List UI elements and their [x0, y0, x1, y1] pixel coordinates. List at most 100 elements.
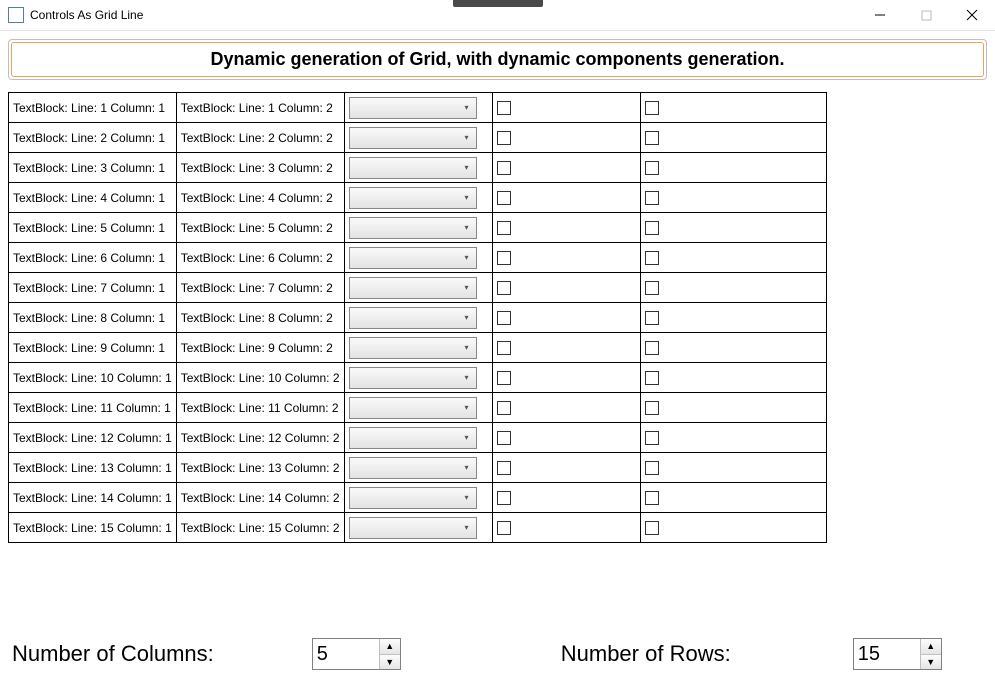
checkbox[interactable] — [645, 311, 659, 325]
window-title: Controls As Grid Line — [30, 8, 143, 22]
window-grip[interactable] — [453, 0, 543, 7]
client-area: Dynamic generation of Grid, with dynamic… — [0, 31, 995, 686]
combobox[interactable]: ▾ — [349, 187, 477, 209]
combobox[interactable]: ▾ — [349, 517, 477, 539]
checkbox[interactable] — [497, 281, 511, 295]
cell-text-col1: TextBlock: Line: 6 Column: 1 — [9, 243, 177, 273]
cell-text-col1: TextBlock: Line: 3 Column: 1 — [9, 153, 177, 183]
combobox[interactable]: ▾ — [349, 307, 477, 329]
cell-text-col1: TextBlock: Line: 15 Column: 1 — [9, 513, 177, 543]
data-grid: TextBlock: Line: 1 Column: 1TextBlock: L… — [8, 92, 827, 543]
grid-scroll[interactable]: TextBlock: Line: 1 Column: 1TextBlock: L… — [8, 92, 987, 620]
combobox[interactable]: ▾ — [349, 427, 477, 449]
cell-text-col2: TextBlock: Line: 12 Column: 2 — [176, 423, 344, 453]
cell-checkbox — [492, 123, 640, 153]
cell-text-col1: TextBlock: Line: 12 Column: 1 — [9, 423, 177, 453]
checkbox[interactable] — [645, 521, 659, 535]
checkbox[interactable] — [645, 131, 659, 145]
cell-checkbox — [492, 483, 640, 513]
cell-checkbox — [640, 93, 826, 123]
table-row: TextBlock: Line: 7 Column: 1TextBlock: L… — [9, 273, 827, 303]
cell-text-col1: TextBlock: Line: 1 Column: 1 — [9, 93, 177, 123]
checkbox[interactable] — [497, 311, 511, 325]
cell-text-col2: TextBlock: Line: 7 Column: 2 — [176, 273, 344, 303]
columns-spinner[interactable]: ▲ ▼ — [312, 638, 401, 670]
cell-text-col1: TextBlock: Line: 7 Column: 1 — [9, 273, 177, 303]
cell-text-col1: TextBlock: Line: 9 Column: 1 — [9, 333, 177, 363]
cell-combo: ▾ — [344, 183, 492, 213]
checkbox[interactable] — [497, 251, 511, 265]
cell-checkbox — [492, 303, 640, 333]
maximize-button[interactable] — [903, 0, 949, 30]
rows-spinner[interactable]: ▲ ▼ — [853, 638, 942, 670]
checkbox[interactable] — [645, 371, 659, 385]
rows-input[interactable] — [854, 639, 920, 669]
checkbox[interactable] — [497, 431, 511, 445]
checkbox[interactable] — [497, 371, 511, 385]
cell-text-col1: TextBlock: Line: 5 Column: 1 — [9, 213, 177, 243]
cell-checkbox — [492, 273, 640, 303]
cell-text-col2: TextBlock: Line: 2 Column: 2 — [176, 123, 344, 153]
checkbox[interactable] — [645, 221, 659, 235]
checkbox[interactable] — [645, 101, 659, 115]
cell-text-col2: TextBlock: Line: 13 Column: 2 — [176, 453, 344, 483]
cell-text-col1: TextBlock: Line: 8 Column: 1 — [9, 303, 177, 333]
checkbox[interactable] — [497, 191, 511, 205]
cell-checkbox — [640, 513, 826, 543]
combobox[interactable]: ▾ — [349, 457, 477, 479]
cell-text-col2: TextBlock: Line: 14 Column: 2 — [176, 483, 344, 513]
combobox[interactable]: ▾ — [349, 217, 477, 239]
checkbox[interactable] — [645, 341, 659, 355]
cell-text-col1: TextBlock: Line: 4 Column: 1 — [9, 183, 177, 213]
cell-combo: ▾ — [344, 93, 492, 123]
combobox[interactable]: ▾ — [349, 97, 477, 119]
combobox[interactable]: ▾ — [349, 487, 477, 509]
cell-combo: ▾ — [344, 123, 492, 153]
checkbox[interactable] — [645, 431, 659, 445]
checkbox[interactable] — [497, 461, 511, 475]
checkbox[interactable] — [497, 221, 511, 235]
combobox[interactable]: ▾ — [349, 247, 477, 269]
columns-label: Number of Columns: — [12, 641, 214, 667]
checkbox[interactable] — [497, 161, 511, 175]
checkbox[interactable] — [497, 131, 511, 145]
cell-checkbox — [640, 243, 826, 273]
chevron-down-icon: ▾ — [460, 523, 474, 532]
columns-spin-up[interactable]: ▲ — [380, 639, 400, 655]
columns-spin-down[interactable]: ▼ — [380, 655, 400, 670]
cell-checkbox — [640, 303, 826, 333]
checkbox[interactable] — [645, 461, 659, 475]
checkbox[interactable] — [645, 281, 659, 295]
checkbox[interactable] — [497, 101, 511, 115]
checkbox[interactable] — [497, 491, 511, 505]
window-buttons — [857, 0, 995, 30]
combobox[interactable]: ▾ — [349, 337, 477, 359]
cell-text-col2: TextBlock: Line: 8 Column: 2 — [176, 303, 344, 333]
checkbox[interactable] — [645, 191, 659, 205]
cell-checkbox — [492, 153, 640, 183]
table-row: TextBlock: Line: 2 Column: 1TextBlock: L… — [9, 123, 827, 153]
cell-checkbox — [640, 213, 826, 243]
columns-input[interactable] — [313, 639, 379, 669]
combobox[interactable]: ▾ — [349, 127, 477, 149]
cell-combo: ▾ — [344, 243, 492, 273]
combobox[interactable]: ▾ — [349, 277, 477, 299]
checkbox[interactable] — [497, 521, 511, 535]
combobox[interactable]: ▾ — [349, 397, 477, 419]
close-button[interactable] — [949, 0, 995, 30]
chevron-down-icon: ▾ — [460, 103, 474, 112]
checkbox[interactable] — [497, 401, 511, 415]
rows-spin-up[interactable]: ▲ — [921, 639, 941, 655]
checkbox[interactable] — [645, 401, 659, 415]
table-row: TextBlock: Line: 13 Column: 1TextBlock: … — [9, 453, 827, 483]
checkbox[interactable] — [645, 161, 659, 175]
cell-checkbox — [640, 123, 826, 153]
checkbox[interactable] — [645, 251, 659, 265]
rows-spin-down[interactable]: ▼ — [921, 655, 941, 670]
checkbox[interactable] — [497, 341, 511, 355]
checkbox[interactable] — [645, 491, 659, 505]
cell-combo: ▾ — [344, 453, 492, 483]
combobox[interactable]: ▾ — [349, 157, 477, 179]
minimize-button[interactable] — [857, 0, 903, 30]
combobox[interactable]: ▾ — [349, 367, 477, 389]
